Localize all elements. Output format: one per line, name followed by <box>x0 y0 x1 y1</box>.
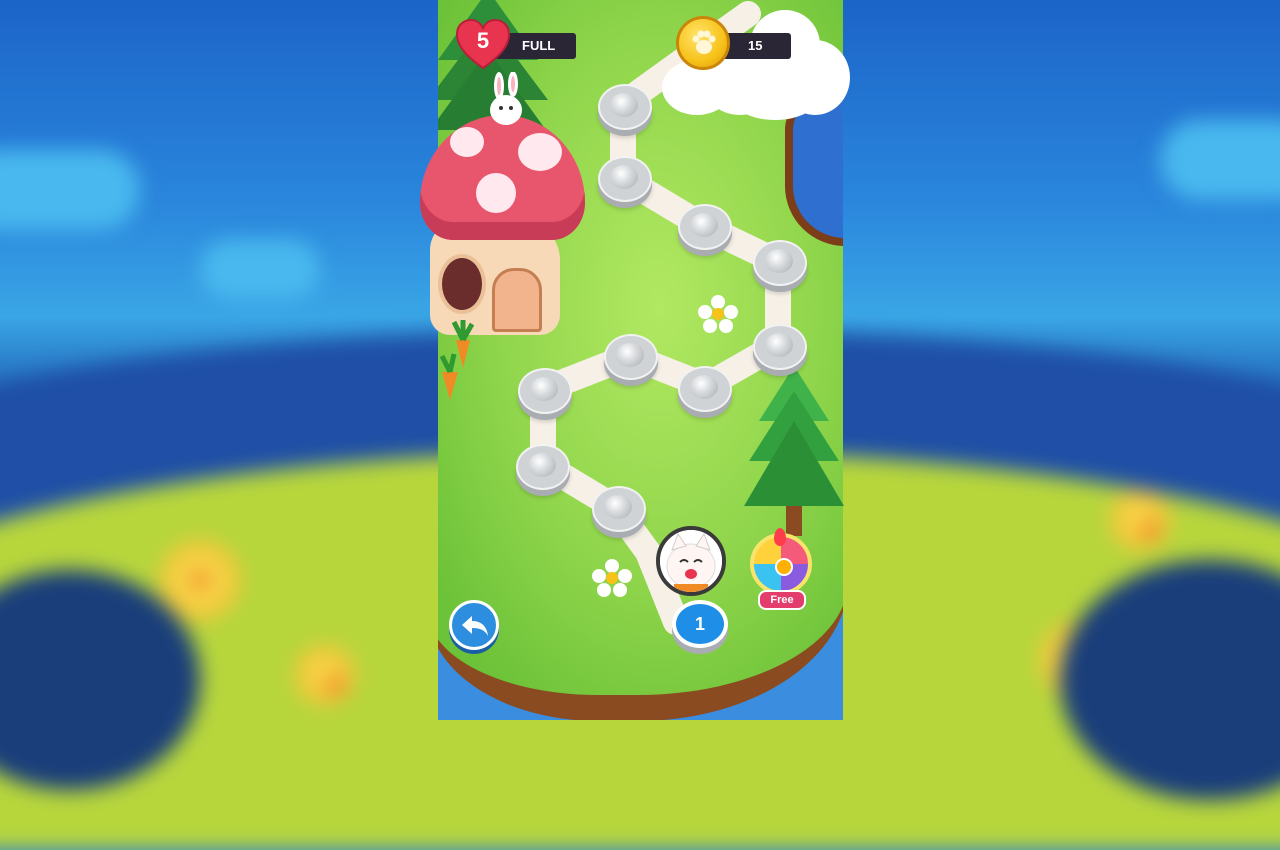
daisy-flower <box>696 294 740 334</box>
player-avatar <box>656 526 726 596</box>
bunny-character <box>486 71 526 128</box>
locked-level-node[interactable] <box>598 84 652 130</box>
locked-level-node[interactable] <box>678 204 732 250</box>
locked-level-node[interactable] <box>516 444 570 490</box>
heart-icon[interactable]: 5 <box>455 18 511 70</box>
free-spin-badge[interactable]: Free <box>758 590 806 610</box>
back-button[interactable] <box>449 600 499 650</box>
locked-level-node[interactable] <box>518 368 572 414</box>
pine-tree <box>744 366 844 536</box>
locked-level-node[interactable] <box>592 486 646 532</box>
house-window <box>438 254 486 314</box>
daisy-flower <box>590 558 634 598</box>
back-arrow-icon <box>462 616 488 636</box>
carrot <box>436 350 466 400</box>
locked-level-node[interactable] <box>678 366 732 412</box>
lives-count: 5 <box>476 28 490 53</box>
house-door <box>492 268 542 332</box>
current-level-node[interactable]: 1 <box>672 600 728 648</box>
locked-level-node[interactable] <box>604 334 658 380</box>
wheel-pointer <box>774 528 786 546</box>
paw-coin-icon[interactable] <box>676 16 730 70</box>
locked-level-node[interactable] <box>753 324 807 370</box>
locked-level-node[interactable] <box>753 240 807 286</box>
locked-level-node[interactable] <box>598 156 652 202</box>
